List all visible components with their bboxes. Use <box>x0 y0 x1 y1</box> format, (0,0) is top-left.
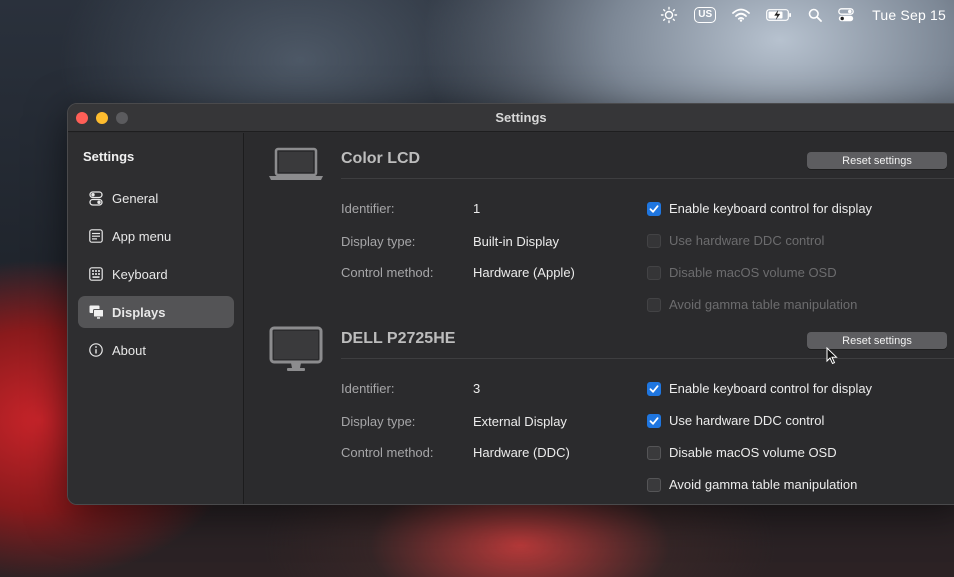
reset-settings-button[interactable]: Reset settings <box>807 152 947 169</box>
checkbox-box[interactable] <box>647 381 661 396</box>
display-section-color-lcd: Color LCD Reset settings Identifier: 1 D… <box>245 133 954 313</box>
checkbox-label: Use hardware DDC control <box>669 413 825 428</box>
battery-icon[interactable] <box>766 0 792 30</box>
display-type-value: External Display <box>473 414 567 429</box>
sidebar-item-label: General <box>112 190 159 206</box>
control-method-label: Control method: <box>341 445 434 460</box>
display-name: DELL P2725HE <box>341 330 456 347</box>
checkbox-box <box>647 297 661 312</box>
sidebar-item-label: Keyboard <box>112 266 168 282</box>
window-title: Settings <box>495 110 547 125</box>
divider <box>341 358 954 359</box>
checkbox-label: Enable keyboard control for display <box>669 381 873 396</box>
display-type-label: Display type: <box>341 234 416 249</box>
avoid-gamma-checkbox: Avoid gamma table manipulation <box>647 297 857 312</box>
switches-icon <box>88 190 104 206</box>
control-method-value: Hardware (DDC) <box>473 445 570 460</box>
control-method-value: Hardware (Apple) <box>473 265 575 280</box>
wifi-icon[interactable] <box>732 0 751 30</box>
control-center-icon[interactable] <box>838 0 854 30</box>
identifier-label: Identifier: <box>341 201 395 216</box>
disable-volume-osd-checkbox[interactable]: Disable macOS volume OSD <box>647 445 837 460</box>
checkbox-label: Use hardware DDC control <box>669 233 825 248</box>
identifier-label: Identifier: <box>341 381 395 396</box>
sidebar-item-displays[interactable]: Displays <box>78 296 234 328</box>
settings-window: Settings Settings General App menu Keybo… <box>67 103 954 505</box>
checkbox-box[interactable] <box>647 445 661 460</box>
use-ddc-control-checkbox: Use hardware DDC control <box>647 233 824 248</box>
sidebar-item-general[interactable]: General <box>78 182 234 214</box>
checkbox-label: Enable keyboard control for display <box>669 201 873 216</box>
checkbox-label: Avoid gamma table manipulation <box>669 297 858 312</box>
menubar-clock[interactable]: Tue Sep 15 <box>872 7 946 23</box>
sidebar-heading: Settings <box>83 149 135 164</box>
avoid-gamma-checkbox[interactable]: Avoid gamma table manipulation <box>647 477 857 492</box>
sidebar-item-about[interactable]: About <box>78 334 234 366</box>
keyboard-icon <box>88 266 104 282</box>
mouse-cursor-icon <box>826 346 838 370</box>
display-type-label: Display type: <box>341 414 416 429</box>
sidebar-item-app-menu[interactable]: App menu <box>78 220 234 252</box>
sidebar-item-keyboard[interactable]: Keyboard <box>78 258 234 290</box>
displays-pane: Color LCD Reset settings Identifier: 1 D… <box>245 133 954 504</box>
input-source-icon[interactable]: US <box>694 0 717 30</box>
checkbox-box <box>647 265 661 280</box>
spotlight-icon[interactable] <box>808 0 823 30</box>
laptop-icon <box>269 147 323 186</box>
info-icon <box>88 342 104 358</box>
brightness-icon[interactable] <box>660 0 678 30</box>
sidebar-item-label: Displays <box>112 304 166 320</box>
checkbox-box <box>647 233 661 248</box>
identifier-value: 1 <box>473 201 481 216</box>
checkbox-box[interactable] <box>647 477 661 492</box>
menu-list-icon <box>88 228 104 244</box>
identifier-value: 3 <box>473 381 481 396</box>
display-section-dell: DELL P2725HE Reset settings Identifier: … <box>245 313 954 503</box>
menu-bar: US Tue Sep 15 <box>0 0 954 30</box>
enable-keyboard-control-checkbox[interactable]: Enable keyboard control for display <box>647 381 872 396</box>
checkbox-label: Avoid gamma table manipulation <box>669 477 858 492</box>
sidebar-item-label: App menu <box>112 228 172 244</box>
display-name: Color LCD <box>341 150 421 167</box>
checkbox-label: Disable macOS volume OSD <box>669 265 837 280</box>
sidebar: Settings General App menu Keyboard Displ… <box>68 133 244 504</box>
input-source-label: US <box>694 7 717 23</box>
monitor-icon <box>269 326 323 379</box>
title-bar[interactable]: Settings <box>68 104 954 132</box>
checkbox-box[interactable] <box>647 413 661 428</box>
checkbox-box[interactable] <box>647 201 661 216</box>
sidebar-item-label: About <box>112 342 146 358</box>
control-method-label: Control method: <box>341 265 434 280</box>
display-type-value: Built-in Display <box>473 234 559 249</box>
enable-keyboard-control-checkbox[interactable]: Enable keyboard control for display <box>647 201 872 216</box>
checkbox-label: Disable macOS volume OSD <box>669 445 837 460</box>
disable-volume-osd-checkbox: Disable macOS volume OSD <box>647 265 837 280</box>
divider <box>341 178 954 179</box>
displays-icon <box>88 304 104 320</box>
use-ddc-control-checkbox[interactable]: Use hardware DDC control <box>647 413 824 428</box>
